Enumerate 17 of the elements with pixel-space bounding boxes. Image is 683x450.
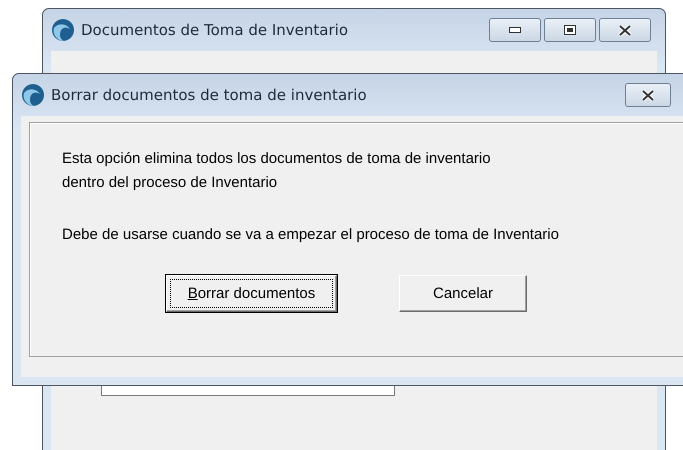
app-logo-icon (21, 83, 45, 107)
dialog-title: Borrar documentos de toma de inventario (51, 86, 368, 104)
minimize-button[interactable] (489, 18, 541, 42)
restore-icon (564, 25, 576, 35)
close-icon (641, 90, 655, 100)
dropdown-field[interactable] (101, 385, 395, 396)
dialog-button[interactable]: Borrar documentos (166, 275, 337, 312)
close-button[interactable] (625, 83, 671, 107)
window-title: Documentos de Toma de Inventario (81, 21, 349, 39)
minimize-icon (509, 27, 521, 33)
app-logo-icon (51, 18, 75, 42)
close-icon (618, 24, 632, 36)
maximize-button[interactable] (544, 18, 596, 42)
message-text: Esta opción elimina todos los documentos de toma de inventario dentro del proceso de Inventario (62, 149, 492, 193)
close-button[interactable] (599, 18, 651, 42)
dialog-button[interactable]: Cancelar (399, 275, 527, 312)
message-text: Debe de usarse cuando se va a empezar el proceso de toma de Inventario (62, 225, 560, 245)
